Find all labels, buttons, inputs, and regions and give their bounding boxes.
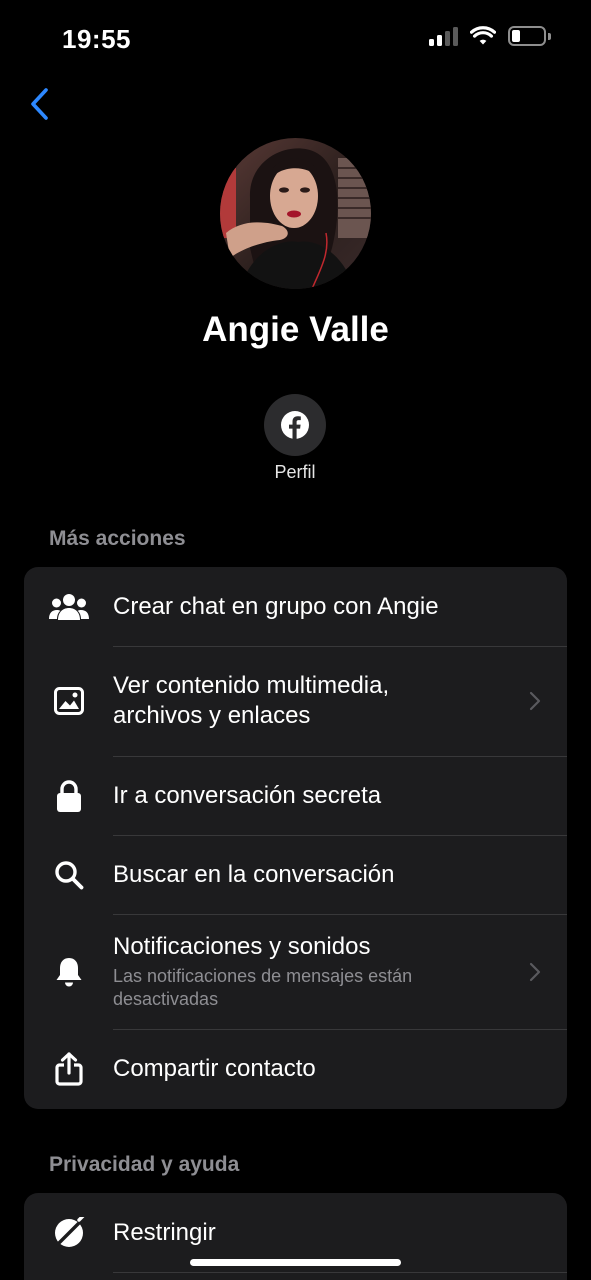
notifications-status-text: Las notificaciones de mensajes están des… (113, 966, 413, 1009)
profile-name: Angie Valle (202, 310, 389, 349)
secret-conversation-label: Ir a conversación secreta (113, 781, 382, 809)
screen: 19:55 Angie Valle Perfil Más acciones Cr… (0, 0, 591, 1280)
search-icon (54, 860, 83, 889)
search-conversation-item[interactable]: Buscar en la conversación (24, 835, 567, 914)
status-icons (429, 26, 551, 46)
secret-conversation-item[interactable]: Ir a conversación secreta (24, 756, 567, 835)
bell-icon (56, 957, 81, 986)
share-contact-label: Compartir contacto (113, 1055, 316, 1082)
create-group-chat-item[interactable]: Crear chat en grupo con Angie (24, 567, 567, 646)
section-title-more-actions: Más acciones (49, 527, 186, 550)
next-privacy-item[interactable] (24, 1272, 567, 1280)
image-icon (53, 687, 84, 715)
notifications-sounds-label: Notificaciones y sonidos (113, 933, 371, 960)
media-files-links-item[interactable]: Ver contenido multimedia, archivos y enl… (24, 646, 567, 756)
back-button[interactable] (22, 84, 58, 124)
home-indicator[interactable] (190, 1259, 401, 1266)
group-icon (48, 593, 89, 620)
more-actions-card: Crear chat en grupo con Angie Ver conten… (24, 567, 567, 1109)
avatar[interactable] (220, 138, 371, 289)
search-conversation-label: Buscar en la conversación (113, 860, 395, 888)
chevron-right-icon (529, 962, 541, 981)
lock-icon (56, 779, 81, 812)
facebook-icon-circle (264, 394, 326, 456)
section-title-privacy-help: Privacidad y ayuda (49, 1153, 240, 1176)
facebook-profile-button[interactable]: Perfil (264, 394, 326, 483)
facebook-icon (281, 411, 309, 439)
chevron-right-icon (529, 691, 541, 711)
facebook-profile-label: Perfil (274, 462, 316, 482)
cellular-signal-icon (429, 26, 458, 46)
media-files-links-label: Ver contenido multimedia, archivos y enl… (113, 672, 390, 729)
battery-icon (508, 26, 551, 46)
wifi-icon (470, 26, 496, 45)
create-group-chat-label: Crear chat en grupo con Angie (113, 592, 439, 620)
share-contact-item[interactable]: Compartir contacto (24, 1029, 567, 1109)
chevron-left-icon (31, 88, 48, 120)
privacy-help-card: Restringir (24, 1193, 567, 1280)
restrict-label: Restringir (113, 1218, 216, 1246)
status-time: 19:55 (62, 24, 131, 54)
share-icon (54, 1052, 83, 1086)
notifications-sounds-item[interactable]: Notificaciones y sonidos Las notificacio… (24, 914, 567, 1029)
restrict-icon (54, 1216, 84, 1247)
